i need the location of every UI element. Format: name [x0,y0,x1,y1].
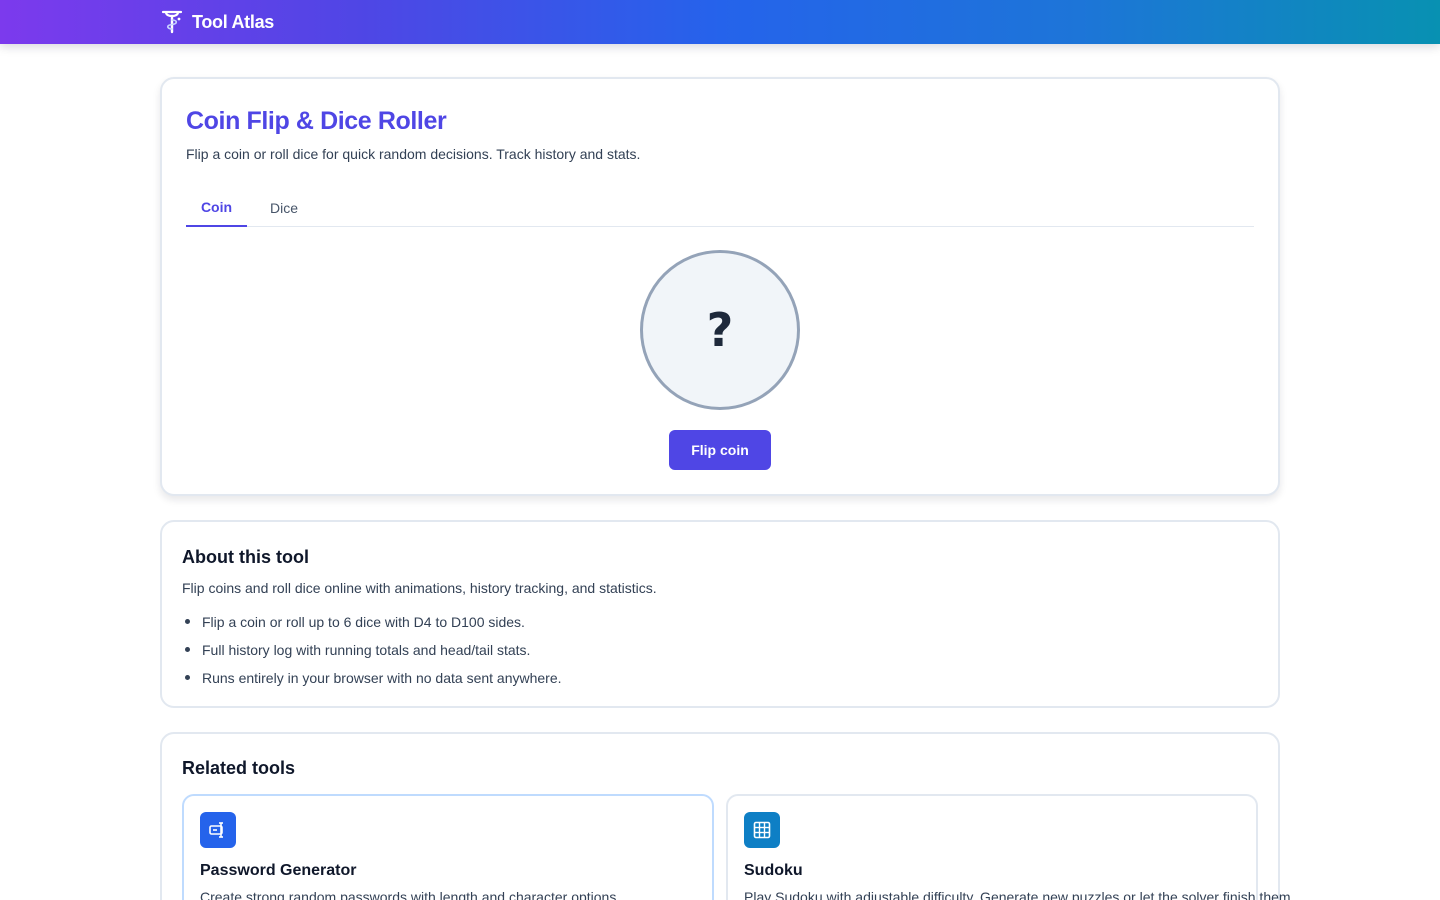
tool-atlas-logo-icon [161,10,183,34]
brand-home-link[interactable]: Tool Atlas [160,9,274,35]
tab-coin[interactable]: Coin [186,187,247,227]
related-heading: Related tools [182,758,296,778]
feature-list: Flip a coin or roll up to 6 dice with D4… [182,610,562,694]
about-section: About this tool Flip coins and roll dice… [160,520,1280,708]
tab-dice[interactable]: Dice [258,188,310,228]
about-heading: About this tool [182,547,309,567]
grid-icon [744,812,780,848]
related-tools-section: Related tools Password Generator Create … [160,732,1294,900]
flip-coin-button[interactable]: Flip coin [669,430,771,470]
coin-result: ? [706,303,734,357]
related-tool-sudoku[interactable]: Sudoku Play Sudoku with adjustable diffi… [726,794,1294,900]
related-tool-password-generator[interactable]: Password Generator Create strong random … [182,794,714,900]
mode-tabs: Coin Dice [186,187,1254,227]
coin-display: ? [640,250,800,410]
password-icon [200,812,236,848]
tool-name: Sudoku [744,862,803,879]
tool-description: Play Sudoku with adjustable difficulty. … [744,889,1295,900]
tool-name: Password Generator [200,862,357,879]
about-intro: Flip coins and roll dice online with ani… [182,580,657,596]
page-subtitle: Flip a coin or roll dice for quick rando… [186,146,641,162]
tool-card: Coin Flip & Dice Roller Flip a coin or r… [160,77,1280,496]
list-item: Flip a coin or roll up to 6 dice with D4… [182,610,562,638]
top-navigation-bar: Tool Atlas [0,0,1440,44]
brand-name: Tool Atlas [192,11,274,32]
list-item: Runs entirely in your browser with no da… [182,666,562,694]
tool-description: Create strong random passwords with leng… [200,889,621,900]
list-item: Full history log with running totals and… [182,638,562,666]
page-title: Coin Flip & Dice Roller [186,107,447,135]
